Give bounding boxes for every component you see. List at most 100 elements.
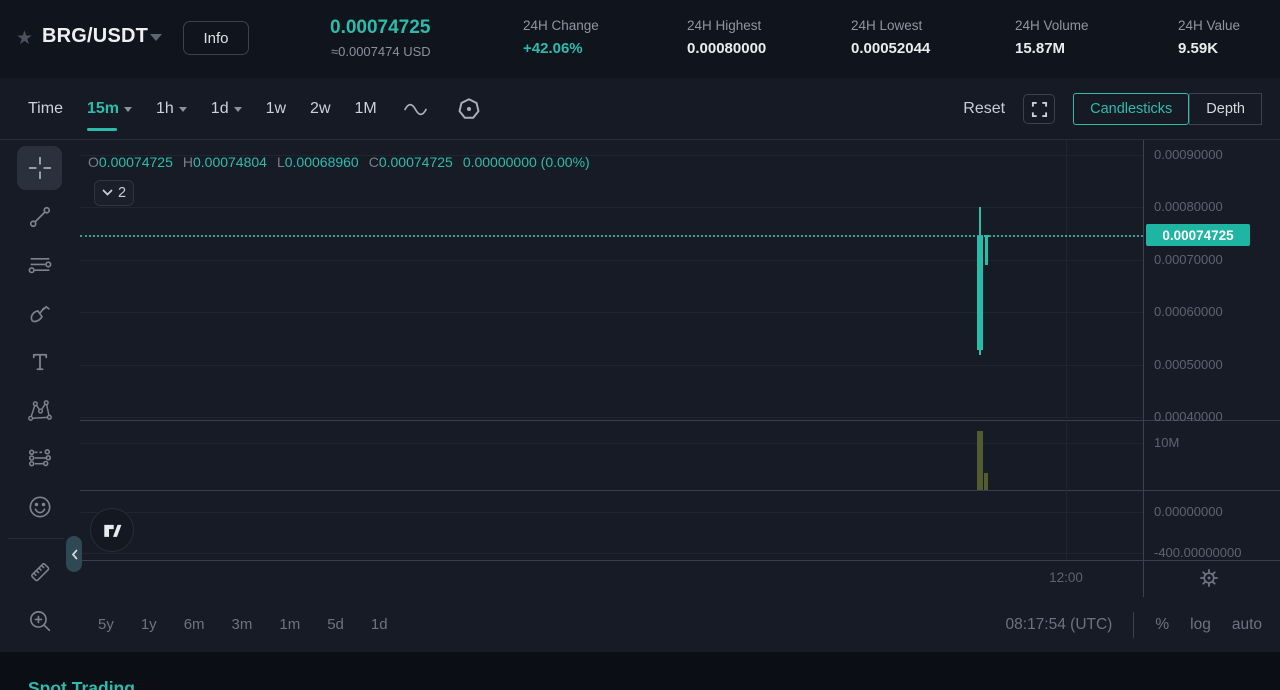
ohlc-item: O0.00074725 <box>88 154 173 170</box>
reset-button[interactable]: Reset <box>963 100 1005 118</box>
price-axis-border <box>1143 140 1144 597</box>
price-gridline <box>80 417 1143 418</box>
price-axis-tick: 0.00080000 <box>1154 199 1223 215</box>
emoji-tool-icon[interactable] <box>27 494 54 521</box>
legend-collapse-button[interactable]: 2 <box>94 180 134 206</box>
text-tool-icon[interactable] <box>27 349 54 376</box>
interval-label: 2w <box>310 100 331 117</box>
pair-dropdown-caret-icon[interactable] <box>150 34 162 41</box>
stat-24h-volume: 24H Volume 15.87M <box>1015 18 1089 57</box>
stat-value: 15.87M <box>1015 40 1066 57</box>
stat-value: 9.59K <box>1178 40 1219 57</box>
collapse-count: 2 <box>117 185 127 201</box>
ohlc-legend: O0.00074725 H0.00074804 L0.00068960 C0.0007… <box>88 154 590 170</box>
price-axis-tick: 0.00040000 <box>1154 409 1223 424</box>
caret-down-icon <box>233 106 242 112</box>
caret-down-icon <box>178 106 187 112</box>
tab-spot-trading[interactable]: Spot Trading <box>28 678 135 690</box>
clock-utc[interactable]: 08:17:54 (UTC) <box>1006 616 1113 634</box>
line-chart-icon[interactable] <box>401 96 431 122</box>
time-axis-tick: 12:00 <box>1049 570 1083 585</box>
interval-label: 1M <box>354 100 377 117</box>
price-axis-tick: 0.00060000 <box>1154 304 1223 320</box>
range-3m[interactable]: 3m <box>232 616 253 633</box>
session-gridline <box>1066 140 1067 560</box>
candle-wick <box>985 234 988 266</box>
brush-icon[interactable] <box>27 301 54 328</box>
interval-label: Time <box>28 100 63 117</box>
stat-24h-highest: 24H Highest 0.00080000 <box>687 18 766 57</box>
fullscreen-button[interactable] <box>1023 94 1056 124</box>
price-axis-tick: 0.00050000 <box>1154 356 1223 372</box>
sidebar-divider <box>8 538 64 539</box>
price-gridline <box>80 207 1143 209</box>
favorite-star-icon[interactable]: ★ <box>16 27 33 50</box>
sub-pane-axis-tick: 10M <box>1154 435 1180 450</box>
zoom-in-icon[interactable] <box>27 608 54 635</box>
axis-settings-gear-icon[interactable] <box>1198 567 1220 589</box>
price-usd-equivalent: ≈0.0007474 USD <box>331 44 431 59</box>
crosshair-icon[interactable] <box>27 155 54 182</box>
interval-time[interactable]: Time <box>28 96 63 122</box>
candle-body <box>977 235 983 350</box>
drawing-tools-sidebar <box>0 140 80 652</box>
page-footer: Spot Trading <box>0 652 1280 690</box>
interval-1h[interactable]: 1h <box>156 96 187 122</box>
range-1m[interactable]: 1m <box>279 616 300 633</box>
interval-2w[interactable]: 2w <box>310 96 330 122</box>
price-gridline <box>80 312 1143 314</box>
tradingview-logo[interactable] <box>90 508 134 552</box>
last-price: 0.00074725 <box>330 17 431 38</box>
range-5y[interactable]: 5y <box>98 616 114 633</box>
chart-bottom-bar: 5y 1y 6m 3m 1m 5d 1d 08:17:54 (UTC) % log auto <box>0 597 1280 652</box>
trading-page: ★ BRG/USDT Info 0.00074725 ≈0.0007474 US… <box>0 0 1280 690</box>
trend-line-icon[interactable] <box>27 204 54 231</box>
interval-1d[interactable]: 1d <box>211 96 242 122</box>
chart-plot-area[interactable]: 0.00090000 0.00080000 0.00070000 0.00060000… <box>0 140 1280 560</box>
range-6m[interactable]: 6m <box>184 616 205 633</box>
stat-value: 0.00052044 <box>851 40 931 57</box>
chevron-left-icon <box>71 549 77 559</box>
scale-percent[interactable]: % <box>1155 616 1169 634</box>
indicator-target-icon[interactable] <box>455 95 483 123</box>
interval-1w[interactable]: 1w <box>266 96 286 122</box>
time-axis[interactable]: 12:00 <box>0 560 1280 597</box>
info-button[interactable]: Info <box>183 21 249 55</box>
stat-label: 24H Change <box>523 18 599 33</box>
scale-log[interactable]: log <box>1190 616 1211 634</box>
range-1d[interactable]: 1d <box>371 616 388 633</box>
xabcd-pattern-icon[interactable] <box>27 397 54 424</box>
sidebar-collapse-handle[interactable] <box>66 536 82 572</box>
scale-auto[interactable]: auto <box>1232 616 1262 634</box>
chart-type-depth[interactable]: Depth <box>1189 93 1262 125</box>
chevron-down-icon <box>102 189 113 196</box>
interval-15m[interactable]: 15m <box>86 96 132 131</box>
sub-pane-gridline <box>80 443 1143 444</box>
volume-bar <box>977 430 983 490</box>
pair-header: ★ BRG/USDT Info 0.00074725 ≈0.0007474 US… <box>0 0 1280 78</box>
stat-label: 24H Volume <box>1015 18 1089 33</box>
price-gridline <box>80 259 1143 261</box>
range-1y[interactable]: 1y <box>141 616 157 633</box>
interval-1M[interactable]: 1M <box>355 96 377 122</box>
ohlc-change: 0.00000000 (0.00%) <box>462 154 590 170</box>
caret-down-icon <box>124 106 132 112</box>
range-5d[interactable]: 5d <box>327 616 344 633</box>
chart-toolbar: Time 15m 1h 1d 1w 2w 1M Reset Candlesticks Dep… <box>0 78 1280 140</box>
stat-24h-value: 24H Value 9.59K <box>1178 18 1240 57</box>
bottom-right-group: 08:17:54 (UTC) % log auto <box>1006 597 1262 652</box>
forecast-tool-icon[interactable] <box>27 445 54 472</box>
stat-value: +42.06% <box>523 40 583 57</box>
interval-label: 1d <box>210 100 229 117</box>
parallel-lines-icon[interactable] <box>27 252 54 279</box>
last-price-badge: 0.00074725 <box>1146 224 1250 247</box>
pane-separator <box>80 490 1280 491</box>
chart-type-group: Candlesticks Depth <box>1073 93 1262 125</box>
tradingview-logo-icon <box>104 524 122 537</box>
ruler-measure-icon[interactable] <box>27 559 54 586</box>
price-gridline <box>80 364 1143 366</box>
stat-label: 24H Highest <box>687 18 762 33</box>
interval-label: 1w <box>265 100 287 117</box>
chart-type-candlesticks[interactable]: Candlesticks <box>1073 93 1190 125</box>
candle-body <box>984 235 989 238</box>
